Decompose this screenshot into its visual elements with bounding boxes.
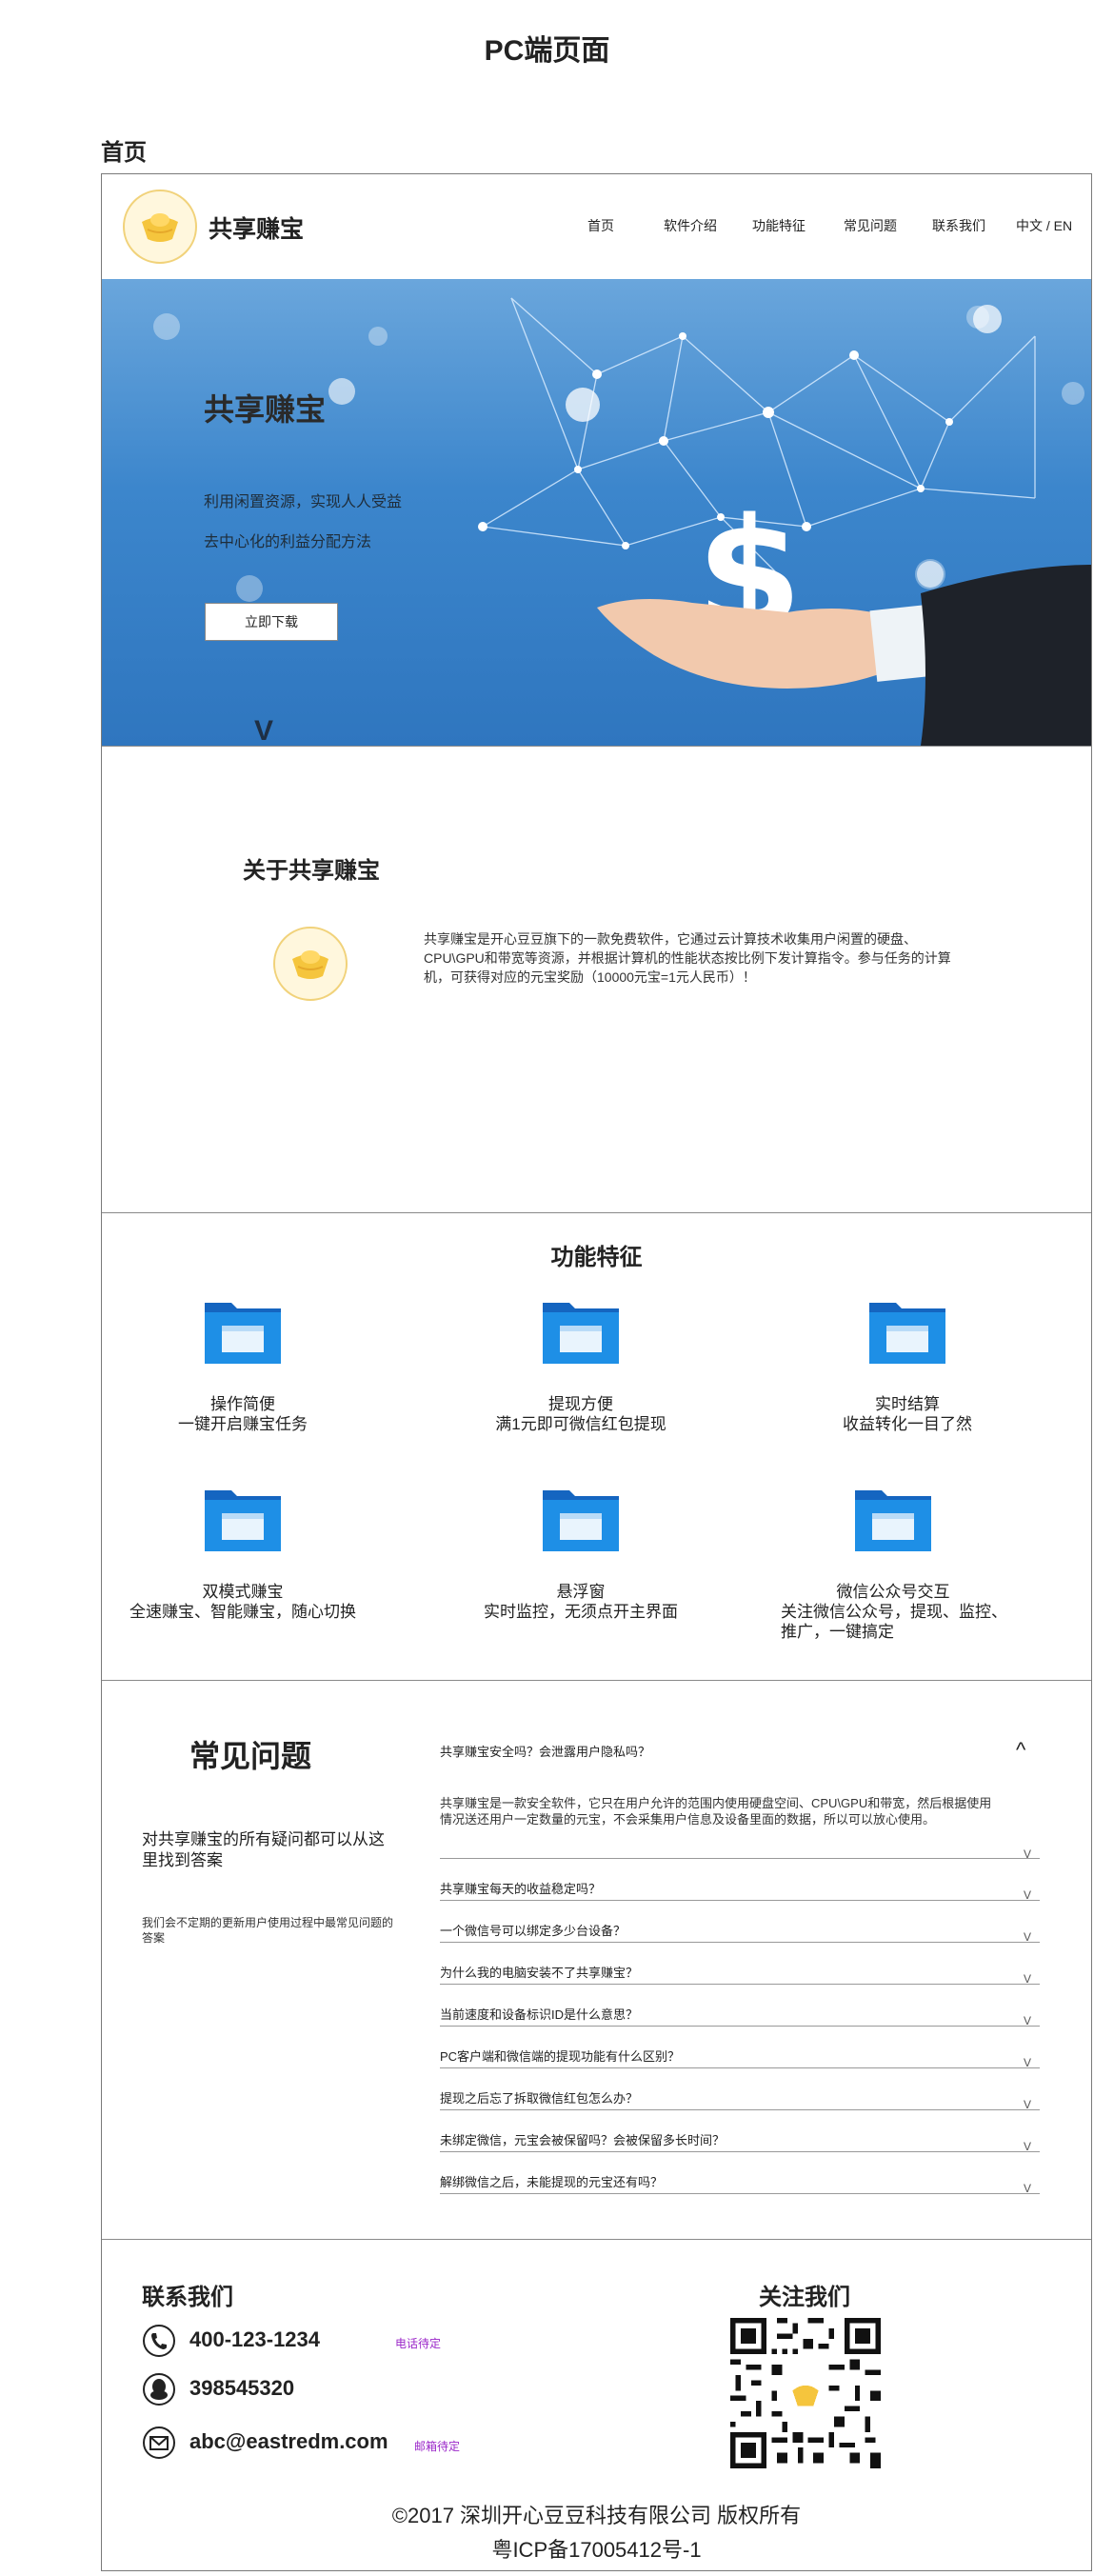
folder-window-icon <box>543 1490 619 1551</box>
scroll-down-arrow[interactable]: V <box>254 715 273 746</box>
features-title: 功能特征 <box>550 1245 643 1270</box>
faq-section: 常见问题 对共享赚宝的所有疑问都可以从这里找到答案 我们会不定期的更新用户使用过… <box>102 1681 1091 2239</box>
feature-item: 操作简便 一键开启赚宝任务 <box>105 1299 381 1434</box>
floating-coin-icon <box>328 305 1002 588</box>
faq-separator <box>440 2151 1040 2152</box>
features-section: 功能特征 操作简便 一键开启赚宝任务 提现方便 满1元即可微信红包提现 实时结算… <box>102 1213 1091 1680</box>
brand-name: 共享赚宝 <box>209 216 305 243</box>
email-icon <box>143 2426 175 2459</box>
faq-separator <box>440 2193 1040 2194</box>
faq-title: 常见问题 <box>189 1739 312 1773</box>
logo[interactable] <box>123 190 197 264</box>
faq-subtitle: 对共享赚宝的所有疑问都可以从这里找到答案 <box>142 1830 385 1869</box>
follow-us-title: 关注我们 <box>759 2285 850 2310</box>
faq-separator <box>440 2067 1040 2068</box>
copyright-text: ©2017 深圳开心豆豆科技有限公司 版权所有 <box>391 2504 802 2527</box>
language-switch[interactable]: 中文 / EN <box>1016 216 1072 235</box>
contact-section: 联系我们 400-123-1234 电话待定 398545320 abc@eas… <box>102 2240 1091 2570</box>
nav-features[interactable]: 功能特征 <box>752 216 806 235</box>
wechat-qr-code[interactable] <box>730 2318 881 2468</box>
nav-home[interactable]: 首页 <box>587 216 614 235</box>
feature-title: 实时结算 <box>875 1395 940 1413</box>
about-section: 关于共享赚宝 共享赚宝是开心豆豆旗下的一款免费软件，它通过云计算技术收集用户闲置… <box>102 746 1091 1212</box>
banner-slogan-2: 去中心化的利益分配方法 <box>204 534 372 550</box>
feature-item: 提现方便 满1元即可微信红包提现 <box>443 1299 719 1434</box>
contact-title: 联系我们 <box>142 2285 233 2310</box>
faq-note: 我们会不定期的更新用户使用过程中最常见问题的答案 <box>142 1916 394 1945</box>
faq-separator <box>440 1942 1040 1943</box>
feature-item: 实时结算 收益转化一目了然 <box>769 1299 1045 1434</box>
folder-window-icon <box>543 1303 619 1364</box>
faq-question[interactable]: PC客户端和微信端的提现功能有什么区别？ <box>440 2047 1040 2065</box>
feature-title: 提现方便 <box>548 1395 613 1413</box>
folder-window-icon <box>869 1303 945 1364</box>
gold-ingot-icon <box>142 213 178 242</box>
email-note: 邮箱待定 <box>414 2440 461 2453</box>
feature-description: 收益转化一目了然 <box>843 1415 972 1433</box>
feature-title: 悬浮窗 <box>556 1583 606 1601</box>
faq-separator <box>440 2109 1040 2110</box>
faq-answer: 共享赚宝是一款安全软件，它只在用户允许的范围内使用硬盘空间、CPU\GPU和带宽… <box>440 1796 992 1827</box>
faq-question[interactable]: 解绑微信之后，未能提现的元宝还有吗？ <box>440 2172 1040 2190</box>
nav-software-intro[interactable]: 软件介绍 <box>664 216 717 235</box>
gold-ingot-icon <box>292 950 328 979</box>
feature-item: 双模式赚宝 全速赚宝、智能赚宝，随心切换 <box>105 1487 381 1622</box>
site-header: 共享赚宝 首页 软件介绍 功能特征 常见问题 联系我们 中文 / EN <box>102 174 1091 279</box>
nav-faq[interactable]: 常见问题 <box>844 216 897 235</box>
hero-banner: $ 共享赚宝 利用闲置资源，实现人人受益 去中心化的利益分配方法 立即下载 V <box>102 279 1091 746</box>
feature-description: 满1元即可微信红包提现 <box>495 1415 666 1433</box>
folder-window-icon <box>205 1490 281 1551</box>
faq-question[interactable]: 为什么我的电脑安装不了共享赚宝？ <box>440 1963 1040 1981</box>
faq-question[interactable]: 未绑定微信，元宝会被保留吗？会被保留多长时间？ <box>440 2130 1040 2148</box>
page-frame: 共享赚宝 首页 软件介绍 功能特征 常见问题 联系我们 中文 / EN $ 共享… <box>101 173 1092 2571</box>
faq-separator <box>440 1984 1040 1985</box>
qq-icon <box>143 2373 175 2406</box>
document-title: PC端页面 <box>484 35 610 67</box>
about-title: 关于共享赚宝 <box>243 858 380 884</box>
download-button[interactable]: 立即下载 <box>205 603 338 641</box>
folder-window-icon <box>205 1303 281 1364</box>
faq-question[interactable]: 当前速度和设备标识ID是什么意思？ <box>440 2005 1040 2023</box>
feature-item: 微信公众号交互 关注微信公众号，提现、监控、推广，一键搞定 <box>769 1487 1017 1642</box>
faq-separator <box>440 2026 1040 2027</box>
collapse-chevron-icon[interactable]: ^ <box>1016 1738 1025 1763</box>
section-tag: 首页 <box>101 140 147 166</box>
feature-description: 一键开启赚宝任务 <box>178 1415 308 1433</box>
contact-qq[interactable]: 398545320 <box>189 2376 294 2401</box>
contact-email[interactable]: abc@eastredm.com <box>189 2429 388 2454</box>
banner-title: 共享赚宝 <box>204 392 327 427</box>
about-description: 共享赚宝是开心豆豆旗下的一款免费软件，它通过云计算技术收集用户闲置的硬盘、CPU… <box>424 931 951 985</box>
suit-sleeve <box>921 565 1091 746</box>
icp-number[interactable]: 粤ICP备17005412号-1 <box>102 2533 1091 2564</box>
feature-item: 悬浮窗 实时监控，无须点开主界面 <box>443 1487 719 1622</box>
faq-question[interactable]: 共享赚宝每天的收益稳定吗？ <box>440 1879 1040 1897</box>
folder-window-icon <box>855 1490 931 1551</box>
faq-question[interactable]: 提现之后忘了拆取微信红包怎么办？ <box>440 2088 1040 2107</box>
phone-icon <box>143 2325 175 2357</box>
faq-question-expanded[interactable]: 共享赚宝安全吗？会泄露用户隐私吗？ <box>440 1742 1040 1760</box>
expand-chevron-icon[interactable]: V <box>1024 1847 1031 1861</box>
faq-separator <box>440 1900 1040 1901</box>
network-background: $ <box>153 297 1091 746</box>
feature-description: 关注微信公众号，提现、监控、推广，一键搞定 <box>781 1603 1007 1641</box>
banner-slogan-1: 利用闲置资源，实现人人受益 <box>204 494 403 510</box>
phone-note: 电话待定 <box>395 2337 442 2350</box>
nav-contact[interactable]: 联系我们 <box>932 216 985 235</box>
contact-phone[interactable]: 400-123-1234 <box>189 2327 320 2352</box>
feature-title: 操作简便 <box>210 1395 275 1413</box>
feature-title: 微信公众号交互 <box>836 1583 950 1601</box>
faq-question[interactable]: 一个微信号可以绑定多少台设备？ <box>440 1921 1040 1939</box>
feature-description: 全速赚宝、智能赚宝，随心切换 <box>129 1603 356 1621</box>
feature-description: 实时监控，无须点开主界面 <box>484 1603 678 1621</box>
feature-title: 双模式赚宝 <box>202 1583 284 1601</box>
faq-separator <box>440 1858 1040 1859</box>
about-logo <box>273 927 348 1001</box>
